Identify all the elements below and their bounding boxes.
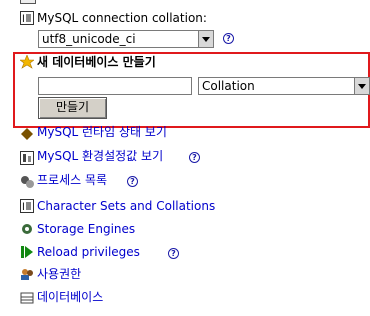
menu-item-processes[interactable]: 프로세스 목록 [37, 173, 107, 187]
menu-item-charsets[interactable]: Character Sets and Collations [37, 199, 215, 213]
svg-text:l: l [22, 202, 25, 213]
chevron-down-icon[interactable] [198, 31, 213, 47]
menu-item-databases[interactable]: 데이터베이스 [37, 290, 103, 304]
help-icon[interactable]: ? [127, 176, 138, 187]
collation-icon: l [20, 11, 34, 25]
create-db-title: 새 데이터베이스 만들기 [37, 55, 156, 69]
partial-icon [20, 0, 36, 4]
engines-icon [20, 222, 34, 236]
new-database-icon [19, 54, 35, 69]
privileges-icon [20, 267, 34, 281]
svg-text:l: l [22, 14, 25, 25]
help-icon[interactable]: ? [223, 33, 234, 44]
charset-icon: l [20, 199, 34, 213]
database-name-input[interactable] [38, 77, 192, 95]
collation-select[interactable]: utf8_unicode_ci [38, 30, 214, 48]
menu-item-status[interactable]: MySQL 런타임 상태 보기 [37, 125, 167, 139]
create-db-collation-selected: Collation [202, 79, 255, 93]
status-icon [20, 127, 34, 141]
menu-item-engines[interactable]: Storage Engines [37, 222, 135, 236]
menu-item-reload[interactable]: Reload privileges [37, 245, 140, 259]
chevron-down-icon[interactable] [354, 78, 369, 94]
databases-icon [20, 291, 34, 305]
menu-item-privileges[interactable]: 사용권한 [37, 267, 81, 281]
create-db-collation-select[interactable]: Collation [198, 77, 370, 95]
help-icon[interactable]: ? [189, 152, 200, 163]
processes-icon [20, 175, 34, 189]
create-button[interactable]: 만들기 [38, 97, 107, 119]
menu-item-variables[interactable]: MySQL 환경설정값 보기 [37, 149, 163, 163]
collation-selected: utf8_unicode_ci [42, 32, 136, 46]
variables-icon [20, 151, 34, 165]
reload-icon [20, 245, 34, 259]
collation-label: MySQL connection collation: [37, 11, 207, 25]
help-icon[interactable]: ? [168, 248, 179, 259]
